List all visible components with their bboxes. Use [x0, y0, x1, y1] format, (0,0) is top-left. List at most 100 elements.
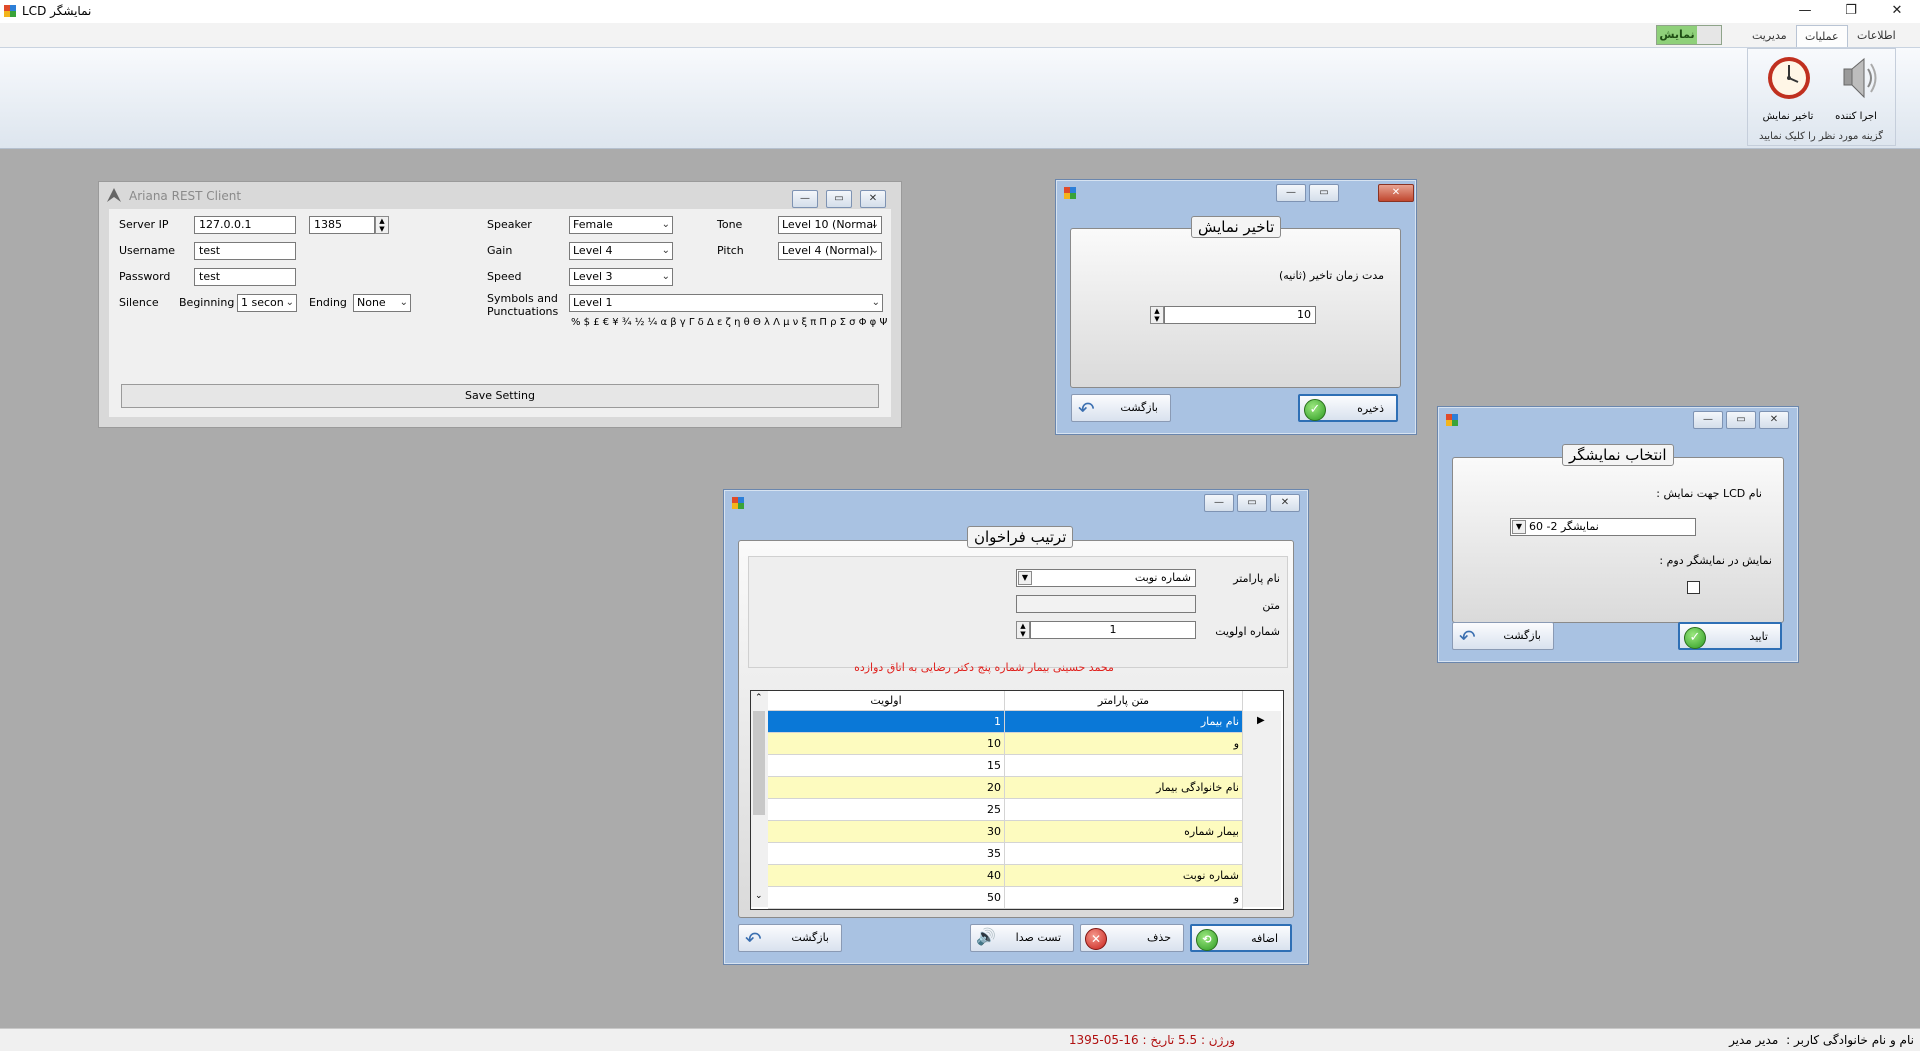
delay-minimize-button[interactable]: — — [1276, 184, 1306, 202]
param-text-cell[interactable] — [1005, 799, 1243, 821]
priority-cell[interactable]: 35 — [768, 843, 1005, 865]
param-text-cell[interactable]: نام بیمار — [1005, 711, 1243, 733]
priority-input[interactable]: 1 — [1030, 621, 1196, 639]
param-text-cell[interactable] — [1005, 755, 1243, 777]
param-name-select[interactable]: ▼ شماره نوبت — [1016, 569, 1196, 587]
priority-cell[interactable]: 40 — [768, 865, 1005, 887]
test-sound-button[interactable]: 🔊 تست صدا — [970, 924, 1074, 952]
delete-button[interactable]: ✕ حذف — [1080, 924, 1184, 952]
select-back-button[interactable]: ↶ بازگشت — [1452, 622, 1554, 650]
table-row[interactable]: 40 شماره نوبت — [768, 865, 1243, 887]
add-button[interactable]: ⟲ اضافه — [1190, 924, 1292, 952]
table-row[interactable]: 25 — [768, 799, 1243, 821]
param-text-cell[interactable]: نام خانوادگی بیمار — [1005, 777, 1243, 799]
executor-button[interactable]: اجرا کننده — [1822, 53, 1890, 123]
beginning-value: 1 secon — [241, 296, 284, 309]
close-button[interactable]: ✕ — [1874, 0, 1920, 23]
server-ip-input[interactable]: 127.0.0.1 — [194, 216, 296, 234]
priority-spinner[interactable]: ▲ ▼ — [1016, 621, 1030, 639]
delay-group-title: تاخیر نمایش — [1191, 216, 1282, 238]
chevron-down-icon: ⌄ — [870, 219, 879, 230]
call-back-button[interactable]: ↶ بازگشت — [738, 924, 842, 952]
table-row[interactable]: 50 و — [768, 887, 1243, 909]
display-toggle[interactable]: نمایش — [1656, 25, 1722, 45]
table-row[interactable]: 1 نام بیمار — [768, 711, 1243, 733]
table-row[interactable]: 35 — [768, 843, 1243, 865]
port-input[interactable]: 1385 — [309, 216, 375, 234]
call-maximize-button[interactable]: ▭ — [1237, 494, 1267, 512]
save-setting-button[interactable]: Save Setting — [121, 384, 879, 408]
restore-button[interactable]: ❐ — [1828, 0, 1874, 23]
gain-select[interactable]: Level 4 ⌄ — [569, 242, 673, 260]
test-sound-label: تست صدا — [1015, 931, 1061, 944]
param-text-cell[interactable] — [1005, 843, 1243, 865]
pitch-select[interactable]: Level 4 (Normal) ⌄ — [778, 242, 882, 260]
delay-maximize-button[interactable]: ▭ — [1309, 184, 1339, 202]
ending-select[interactable]: None ⌄ — [353, 294, 411, 312]
scrollbar-thumb[interactable] — [753, 711, 765, 815]
tab-operations[interactable]: مدیریت — [1744, 25, 1795, 46]
gain-label: Gain — [487, 244, 513, 257]
priority-cell[interactable]: 10 — [768, 733, 1005, 755]
priority-cell[interactable]: 25 — [768, 799, 1005, 821]
speaker-select[interactable]: Female ⌄ — [569, 216, 673, 234]
server-ip-label: Server IP — [119, 218, 169, 231]
text-input[interactable] — [1016, 595, 1196, 613]
port-spinner[interactable]: ▲ ▼ — [375, 216, 389, 234]
delay-input[interactable]: 10 — [1164, 306, 1316, 324]
second-display-checkbox[interactable] — [1687, 581, 1700, 594]
delay-back-button[interactable]: ↶ بازگشت — [1071, 394, 1171, 422]
priority-grid: ⌃ ⌄ اولویت متن پارامتر ▶ 1 نام بیمار 10 و 15… — [750, 690, 1284, 910]
param-name-value: شماره نوبت — [1134, 571, 1191, 584]
symbols-select[interactable]: Level 1 ⌄ — [569, 294, 883, 312]
priority-cell[interactable]: 50 — [768, 887, 1005, 909]
table-row[interactable]: 10 و — [768, 733, 1243, 755]
priority-cell[interactable]: 1 — [768, 711, 1005, 733]
table-row[interactable]: 30 بیمار شماره — [768, 821, 1243, 843]
table-row[interactable]: 20 نام خانوادگی بیمار — [768, 777, 1243, 799]
status-bar: نام و نام خانوادگی کاربر : مدیر مدیر ورژ… — [0, 1028, 1920, 1051]
param-text-cell[interactable]: شماره نوبت — [1005, 865, 1243, 887]
symbols-value: Level 1 — [573, 296, 613, 309]
tab-base-info[interactable]: اطلاعات پایه — [1849, 25, 1920, 63]
tab-actions[interactable]: عملیات — [1796, 25, 1848, 47]
back-label: بازگشت — [791, 931, 829, 944]
rest-minimize-button[interactable]: — — [792, 190, 818, 208]
call-close-button[interactable]: ✕ — [1270, 494, 1300, 512]
speed-value: Level 3 — [573, 270, 613, 283]
call-order-group-title: ترتیب فراخوان — [967, 526, 1074, 548]
display-delay-button[interactable]: تاخیر نمایش — [1754, 53, 1822, 123]
window-icon — [1446, 414, 1458, 429]
username-input[interactable]: test — [194, 242, 296, 260]
priority-cell[interactable]: 20 — [768, 777, 1005, 799]
table-row[interactable]: 15 — [768, 755, 1243, 777]
beginning-select[interactable]: 1 secon ⌄ — [237, 294, 297, 312]
tone-select[interactable]: Level 10 (Normal ⌄ — [778, 216, 882, 234]
priority-cell[interactable]: 15 — [768, 755, 1005, 777]
delay-close-button[interactable]: ✕ — [1378, 184, 1414, 202]
chevron-down-icon: ⌄ — [871, 297, 880, 308]
minimize-button[interactable]: — — [1782, 0, 1828, 23]
scroll-up-icon: ⌃ — [755, 693, 763, 703]
scroll-down-icon: ⌄ — [755, 891, 763, 901]
rest-maximize-button[interactable]: ▭ — [826, 190, 852, 208]
call-minimize-button[interactable]: — — [1204, 494, 1234, 512]
delay-save-button[interactable]: ✓ ذخیره — [1298, 394, 1398, 422]
select-minimize-button[interactable]: — — [1693, 411, 1723, 429]
pitch-value: Level 4 (Normal) — [782, 244, 874, 257]
password-input[interactable]: test — [194, 268, 296, 286]
priority-cell[interactable]: 30 — [768, 821, 1005, 843]
lcd-select[interactable]: ▼ نمایشگر 2- 60 — [1510, 518, 1696, 536]
rest-close-button[interactable]: ✕ — [860, 190, 886, 208]
param-text-cell[interactable]: و — [1005, 887, 1243, 909]
select-close-button[interactable]: ✕ — [1759, 411, 1789, 429]
grid-scrollbar[interactable]: ⌃ ⌄ — [751, 691, 769, 907]
delay-spinner[interactable]: ▲ ▼ — [1150, 306, 1164, 324]
select-maximize-button[interactable]: ▭ — [1726, 411, 1756, 429]
back-label: بازگشت — [1503, 629, 1541, 642]
confirm-button[interactable]: ✓ تایید — [1678, 622, 1782, 650]
speed-select[interactable]: Level 3 ⌄ — [569, 268, 673, 286]
param-text-cell[interactable]: و — [1005, 733, 1243, 755]
param-text-cell[interactable]: بیمار شماره — [1005, 821, 1243, 843]
user-value: مدیر مدیر — [1729, 1033, 1779, 1047]
